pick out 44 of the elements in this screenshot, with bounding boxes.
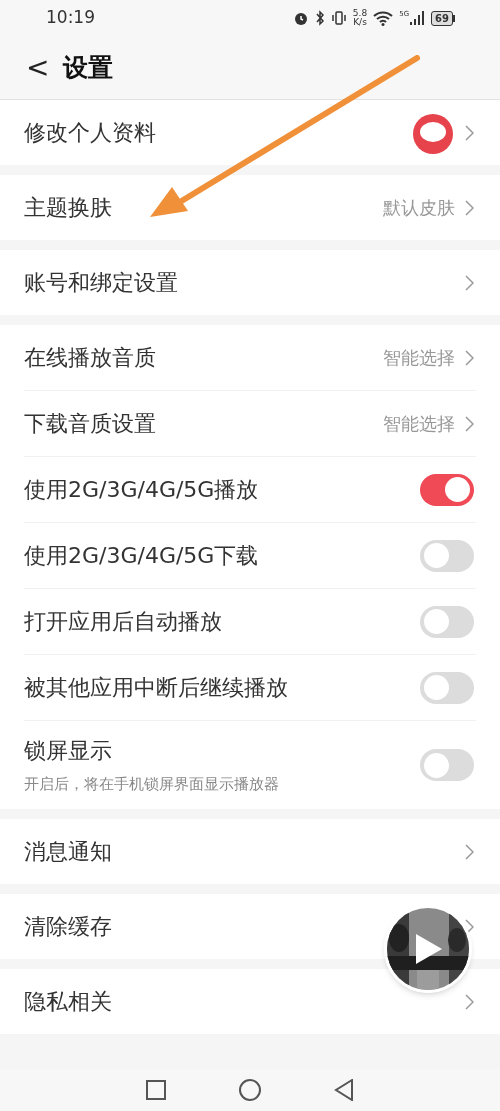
back-icon[interactable] [334,1079,354,1101]
toggle-switch[interactable] [420,749,474,781]
row-subtitle: 开启后，将在手机锁屏界面显示播放器 [24,774,279,796]
toggle-switch[interactable] [420,539,474,572]
row-label: 使用2G/3G/4G/5G播放 [24,476,259,504]
chevron-icon [465,124,474,141]
home-icon[interactable] [238,1078,262,1102]
row-label: 下载音质设置 [24,410,156,438]
vibrate-icon [330,10,347,26]
net-unit: K/s [353,18,367,27]
chevron-icon [465,415,474,432]
row-label: 清除缓存 [24,913,112,941]
row-value: 智能选择 [383,346,455,370]
row-label: 使用2G/3G/4G/5G下载 [24,542,259,570]
row-label: 打开应用后自动播放 [24,608,222,636]
row-label: 锁屏显示 [24,737,113,766]
back-button[interactable]: < [26,53,50,82]
row-label: 被其他应用中断后继续播放 [24,674,288,702]
chevron-icon [465,349,474,366]
battery-tip-icon [453,14,456,22]
chevron-icon [465,993,474,1010]
row-label: 隐私相关 [24,988,112,1016]
row-value: 默认皮肤 [383,196,455,220]
row-label: 在线播放音质 [24,344,156,372]
row-value: 智能选择 [383,412,455,436]
page-title: 设置 [63,51,114,84]
row-label: 主题换肤 [24,194,112,222]
toggle-switch[interactable] [420,605,474,638]
recents-icon[interactable] [146,1080,166,1100]
chevron-icon [465,199,474,216]
row-label: 修改个人资料 [24,119,156,147]
row-label: 消息通知 [24,838,112,866]
toggle-switch[interactable] [420,473,474,506]
net-speed: 5.8 [352,9,368,18]
wifi-icon [373,10,394,26]
signal-icon [409,10,426,26]
battery-level: 69 [431,10,453,26]
toggle-switch[interactable] [420,671,474,704]
bluetooth-icon [314,10,325,26]
row-label: 账号和绑定设置 [24,269,178,297]
chevron-icon [465,843,474,860]
play-icon[interactable] [414,932,444,966]
chevron-icon [465,274,474,291]
status-time: 10:19 [46,6,95,30]
